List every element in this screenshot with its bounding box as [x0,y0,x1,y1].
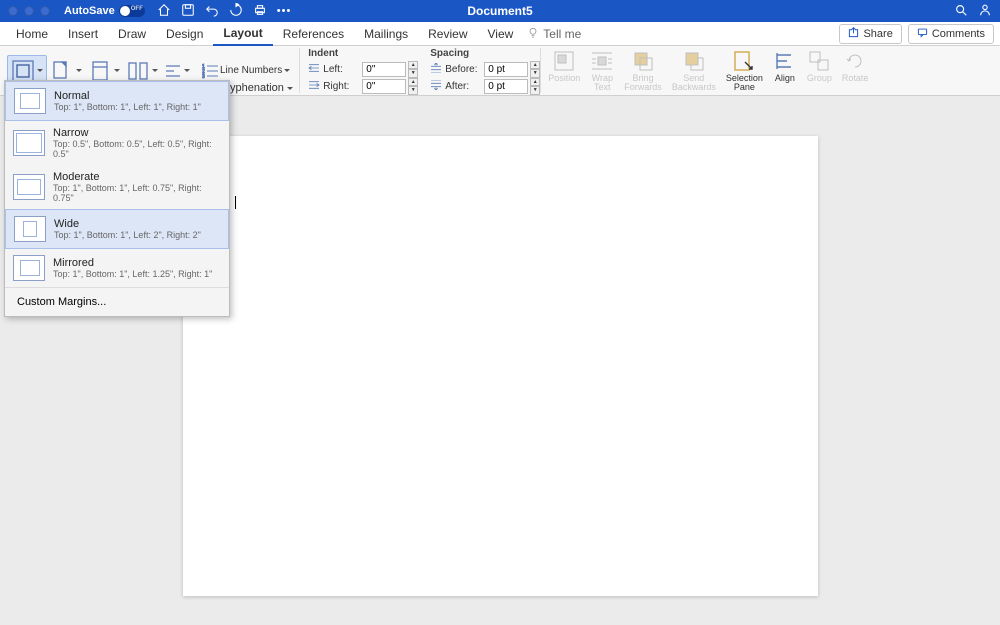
svg-text:3: 3 [202,74,205,80]
bulb-icon [527,26,539,41]
columns-icon [126,59,150,83]
ribbon-tabs: Home Insert Draw Design Layout Reference… [0,22,1000,46]
account-icon[interactable] [978,3,992,20]
margins-option-mirrored[interactable]: Mirrored Top: 1", Bottom: 1", Left: 1.25… [5,249,229,287]
arrange-group: Position Wrap Text Bring Forwards Send B… [541,48,875,93]
tab-view[interactable]: View [478,23,524,45]
send-backward-icon [682,49,706,73]
margins-dropdown: Normal Top: 1", Bottom: 1", Left: 1", Ri… [4,80,230,317]
tab-home[interactable]: Home [6,23,58,45]
margins-moderate-icon [13,174,45,200]
document-title: Document5 [467,4,532,18]
tab-layout[interactable]: Layout [213,22,272,46]
indent-left-icon [308,63,320,76]
indent-right-icon [308,80,320,93]
share-icon [848,27,859,41]
undo-icon[interactable] [205,3,219,20]
position-icon [552,49,576,73]
align-button[interactable]: Align [769,47,801,94]
margins-mirrored-icon [13,255,45,281]
breaks-button[interactable] [161,59,193,83]
page[interactable] [183,136,818,596]
rotate-button: Rotate [838,47,873,94]
wrap-text-button: Wrap Text [586,47,618,94]
spacing-after-icon [430,80,442,93]
align-icon [773,49,797,73]
spacing-after-input[interactable] [484,79,528,94]
send-backward-button: Send Backwards [668,47,720,94]
search-icon[interactable] [954,3,968,20]
tab-insert[interactable]: Insert [58,23,108,45]
window-controls [8,6,50,16]
line-numbers-button[interactable]: 123 Line Numbers [199,59,293,83]
group-icon [807,49,831,73]
selection-pane-button[interactable]: Selection Pane [722,47,767,94]
margins-custom[interactable]: Custom Margins... [5,287,229,316]
tab-draw[interactable]: Draw [108,23,156,45]
spacing-before-spinner[interactable]: ▲▼ [530,61,540,78]
breaks-icon [164,62,182,80]
tab-design[interactable]: Design [156,23,213,45]
spacing-before-input[interactable] [484,62,528,77]
comments-button[interactable]: Comments [908,24,994,44]
autosave-switch[interactable]: OFF [119,5,145,17]
autosave-toggle[interactable]: AutoSave OFF [64,5,145,17]
share-button[interactable]: Share [839,24,901,44]
quick-access-toolbar: ••• [157,3,292,20]
size-icon [88,59,112,83]
autosave-label: AutoSave [64,5,115,17]
indent-group: Indent Left: ▲▼ Right: ▲▼ [308,48,406,94]
more-icon[interactable]: ••• [277,5,292,17]
print-icon[interactable] [253,3,267,20]
minimize-window[interactable] [24,6,34,16]
margins-option-moderate[interactable]: Moderate Top: 1", Bottom: 1", Left: 0.75… [5,165,229,209]
group-button: Group [803,47,836,94]
margins-wide-icon [14,216,46,242]
indent-right-input[interactable] [362,79,406,94]
rotate-icon [843,49,867,73]
comment-icon [917,27,928,41]
tab-review[interactable]: Review [418,23,477,45]
spacing-before-icon [430,63,442,76]
indent-left-input[interactable] [362,62,406,77]
spacing-after-spinner[interactable]: ▲▼ [530,78,540,95]
margins-option-wide[interactable]: Wide Top: 1", Bottom: 1", Left: 2", Righ… [5,209,229,249]
orientation-icon [50,59,74,83]
margins-option-narrow[interactable]: Narrow Top: 0.5", Bottom: 0.5", Left: 0.… [5,121,229,165]
text-cursor [235,196,236,209]
spacing-group: Spacing Before: ▲▼ After: ▲▼ [430,48,528,94]
indent-left-spinner[interactable]: ▲▼ [408,61,418,78]
bring-forward-button: Bring Forwards [620,47,666,94]
position-button: Position [544,47,584,94]
titlebar: AutoSave OFF ••• Document5 [0,0,1000,22]
margins-option-normal[interactable]: Normal Top: 1", Bottom: 1", Left: 1", Ri… [5,81,229,121]
selection-pane-icon [732,49,756,73]
save-icon[interactable] [181,3,195,20]
home-icon[interactable] [157,3,171,20]
redo-icon[interactable] [229,3,243,20]
bring-forward-icon [631,49,655,73]
titlebar-right [954,3,992,20]
tab-mailings[interactable]: Mailings [354,23,418,45]
hyphenation-button[interactable]: yphenation [230,82,293,94]
margins-icon [11,59,35,83]
wrap-icon [590,49,614,73]
margins-normal-icon [14,88,46,114]
zoom-window[interactable] [40,6,50,16]
margins-narrow-icon [13,130,45,156]
tab-references[interactable]: References [273,23,354,45]
indent-right-spinner[interactable]: ▲▼ [408,78,418,95]
close-window[interactable] [8,6,18,16]
tell-me[interactable]: Tell me [527,26,581,41]
line-numbers-icon: 123 [202,62,220,80]
